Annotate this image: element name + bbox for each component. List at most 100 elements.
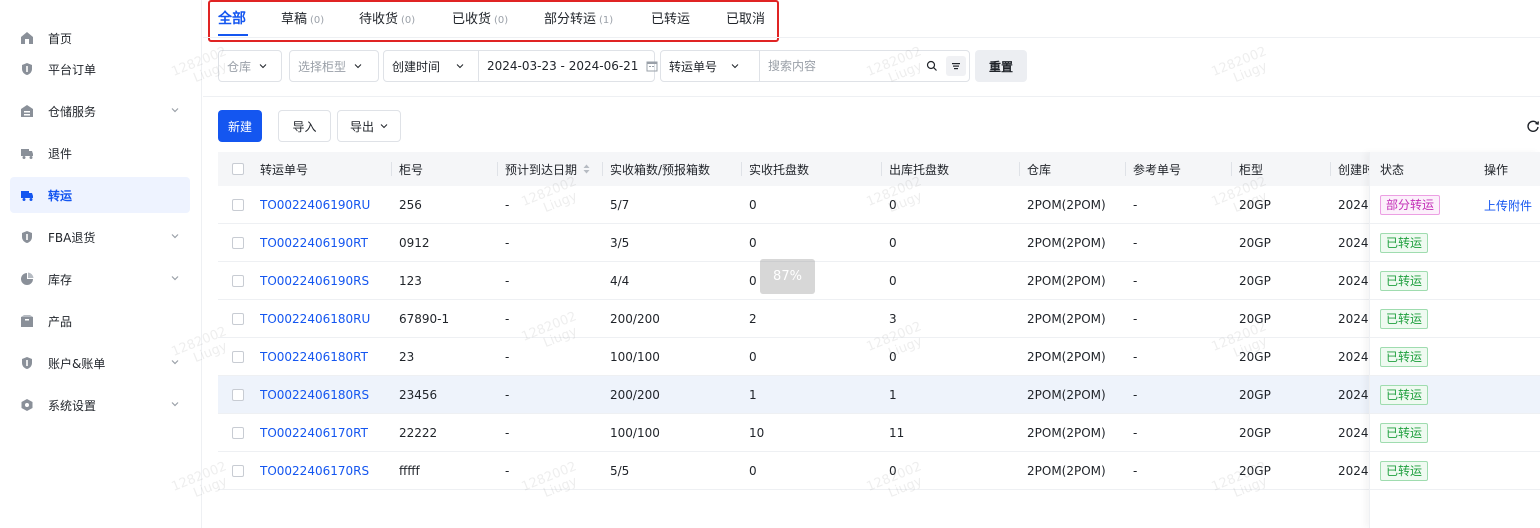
status-cell: 已转运	[1380, 262, 1429, 300]
ref-no-cell: -	[1133, 312, 1138, 326]
eta-cell: -	[505, 388, 510, 402]
chevron-down-icon	[380, 122, 388, 130]
calendar-icon	[646, 60, 658, 72]
import-button[interactable]: 导入	[278, 110, 331, 142]
tab-partial-transfer[interactable]: 部分转运 (1)	[544, 8, 613, 30]
filter-icon[interactable]	[946, 56, 966, 76]
search-input[interactable]	[768, 59, 918, 73]
export-button[interactable]: 导出	[337, 110, 401, 142]
ref-no-cell: -	[1133, 198, 1138, 212]
cabinet-type-select[interactable]: 选择柜型	[289, 50, 379, 82]
row-checkbox[interactable]	[232, 389, 244, 401]
sidebar-item-returns[interactable]: 退件	[10, 135, 190, 171]
table-row[interactable]: TO0022406190RT 0912-3/5 0 0 2POM(2POM) -20GP 2…	[218, 224, 1540, 262]
sidebar-item-label: 首页	[48, 31, 73, 46]
col-order-no: 转运单号	[260, 162, 309, 177]
sidebar-item-inventory[interactable]: 库存	[10, 261, 190, 297]
row-checkbox[interactable]	[232, 237, 244, 249]
row-checkbox[interactable]	[232, 427, 244, 439]
tab-cancelled[interactable]: 已取消	[726, 8, 765, 30]
col-action: 操作	[1484, 162, 1509, 177]
tab-draft[interactable]: 草稿 (0)	[281, 8, 324, 30]
fixed-table-row: 已转运	[1370, 338, 1540, 376]
tab-received[interactable]: 已收货 (0)	[452, 8, 508, 30]
date-field-select-label: 创建时间	[392, 59, 441, 74]
fixed-columns-panel: 状态 操作 部分转运 上传附件 已转运 已转运 已转运 已转运 已转运 已转运 已转运	[1369, 152, 1540, 528]
sidebar-item-warehouse-service[interactable]: 仓储服务	[10, 93, 190, 129]
col-cabinet-no: 柜号	[399, 162, 424, 177]
new-button[interactable]: 新建	[218, 110, 262, 142]
status-badge: 已转运	[1380, 423, 1429, 443]
boxes-cell: 3/5	[610, 236, 630, 250]
outbound-pallets-cell: 3	[889, 312, 897, 326]
col-eta[interactable]: 预计到达日期	[505, 152, 600, 186]
cabinet-no-cell: 67890-1	[399, 312, 450, 326]
order-no-cell[interactable]: TO0022406180RU	[260, 300, 370, 338]
section-divider	[203, 96, 1540, 97]
order-no-cell[interactable]: TO0022406170RS	[260, 452, 369, 490]
sidebar-item-system-settings[interactable]: 系统设置	[10, 387, 190, 423]
tabs-divider	[203, 37, 1540, 38]
fixed-table-row: 已转运	[1370, 300, 1540, 338]
reset-button[interactable]: 重置	[975, 50, 1027, 82]
sidebar-item-products[interactable]: 产品	[10, 303, 190, 339]
table-row[interactable]: TO0022406190RS 123-4/4 0 0 2POM(2POM) -20GP 20…	[218, 262, 1540, 300]
tab-transferred[interactable]: 已转运	[651, 8, 690, 30]
search-box	[759, 50, 970, 82]
order-no-cell[interactable]: TO0022406190RS	[260, 262, 369, 300]
sidebar-item-label: 退件	[48, 146, 73, 161]
status-badge: 部分转运	[1380, 195, 1441, 215]
row-checkbox-cell	[232, 300, 244, 338]
chevron-down-icon	[259, 62, 267, 70]
tab-all[interactable]: 全部	[218, 8, 246, 30]
table-row[interactable]: TO0022406170RS fffff - 5/5 0 0 2POM(2POM) - 20GP…	[218, 452, 1540, 490]
row-checkbox[interactable]	[232, 351, 244, 363]
outbound-pallets-cell: 0	[889, 274, 897, 288]
ref-no-cell: -	[1133, 426, 1138, 440]
sort-icon[interactable]	[583, 164, 590, 174]
cabinet-type-cell: 20GP	[1239, 236, 1271, 250]
date-range-value: 2024-03-23 - 2024-06-21	[487, 59, 639, 73]
sidebar-item-transfer[interactable]: 转运	[10, 177, 190, 213]
refresh-icon[interactable]	[1526, 119, 1540, 133]
select-all-checkbox[interactable]	[232, 163, 244, 175]
search-field-select[interactable]: 转运单号	[660, 50, 760, 82]
received-pallets-cell: 1	[749, 388, 757, 402]
chevron-down-icon	[456, 62, 464, 70]
order-no-cell[interactable]: TO0022406180RT	[260, 338, 368, 376]
ref-no-cell: -	[1133, 236, 1138, 250]
sidebar-item-platform-orders[interactable]: 平台订单	[10, 51, 190, 87]
cabinet-type-cell: 20GP	[1239, 350, 1271, 364]
order-no-cell[interactable]: TO0022406190RU	[260, 186, 370, 224]
order-no-cell[interactable]: TO0022406190RT	[260, 224, 368, 262]
table-row[interactable]: TO0022406170RT 22222 - 100/100 10 11 2POM(2POM…	[218, 414, 1540, 452]
row-checkbox[interactable]	[232, 275, 244, 287]
table-row[interactable]: TO0022406180RU 67890-1 - 200/200 2 3 2POM(2POM…	[218, 300, 1540, 338]
upload-attachment-link[interactable]: 上传附件	[1484, 186, 1532, 224]
warehouse-cell: 2POM(2POM)	[1027, 312, 1106, 326]
row-checkbox[interactable]	[232, 313, 244, 325]
tab-count: (0)	[401, 15, 416, 26]
table-row[interactable]: TO0022406190RU 256-5/7 0 0 2POM(2POM) -20GP 20…	[218, 186, 1540, 224]
tab-label: 全部	[218, 11, 246, 27]
row-checkbox[interactable]	[232, 199, 244, 211]
status-badge: 已转运	[1380, 461, 1429, 481]
row-checkbox[interactable]	[232, 465, 244, 477]
search-icon[interactable]	[926, 60, 938, 72]
sidebar-item-accounts-billing[interactable]: 账户&账单	[10, 345, 190, 381]
table-row[interactable]: TO0022406180RS 23456 - 200/200 1 1 2POM(2POM) -…	[218, 376, 1540, 414]
tab-pending-receipt[interactable]: 待收货 (0)	[359, 8, 415, 30]
warehouse-select[interactable]: 仓库	[218, 50, 282, 82]
table-row[interactable]: TO0022406180RT 23 - 100/100 0 0 2POM(2POM) - 20G…	[218, 338, 1540, 376]
loading-progress-indicator: 87%	[760, 259, 815, 294]
col-eta-label: 预计到达日期	[505, 162, 578, 177]
col-divider	[1125, 162, 1126, 176]
date-field-select[interactable]: 创建时间	[383, 50, 479, 82]
status-cell: 已转运	[1380, 452, 1429, 490]
order-no-cell[interactable]: TO0022406170RT	[260, 414, 368, 452]
sidebar-item-fba-returns[interactable]: FBA退货	[10, 219, 190, 255]
order-no-cell[interactable]: TO0022406180RS	[260, 376, 369, 414]
cabinet-type-cell: 20GP	[1239, 464, 1271, 478]
date-range-picker[interactable]: 2024-03-23 - 2024-06-21	[478, 50, 658, 82]
shield-icon	[20, 356, 34, 370]
